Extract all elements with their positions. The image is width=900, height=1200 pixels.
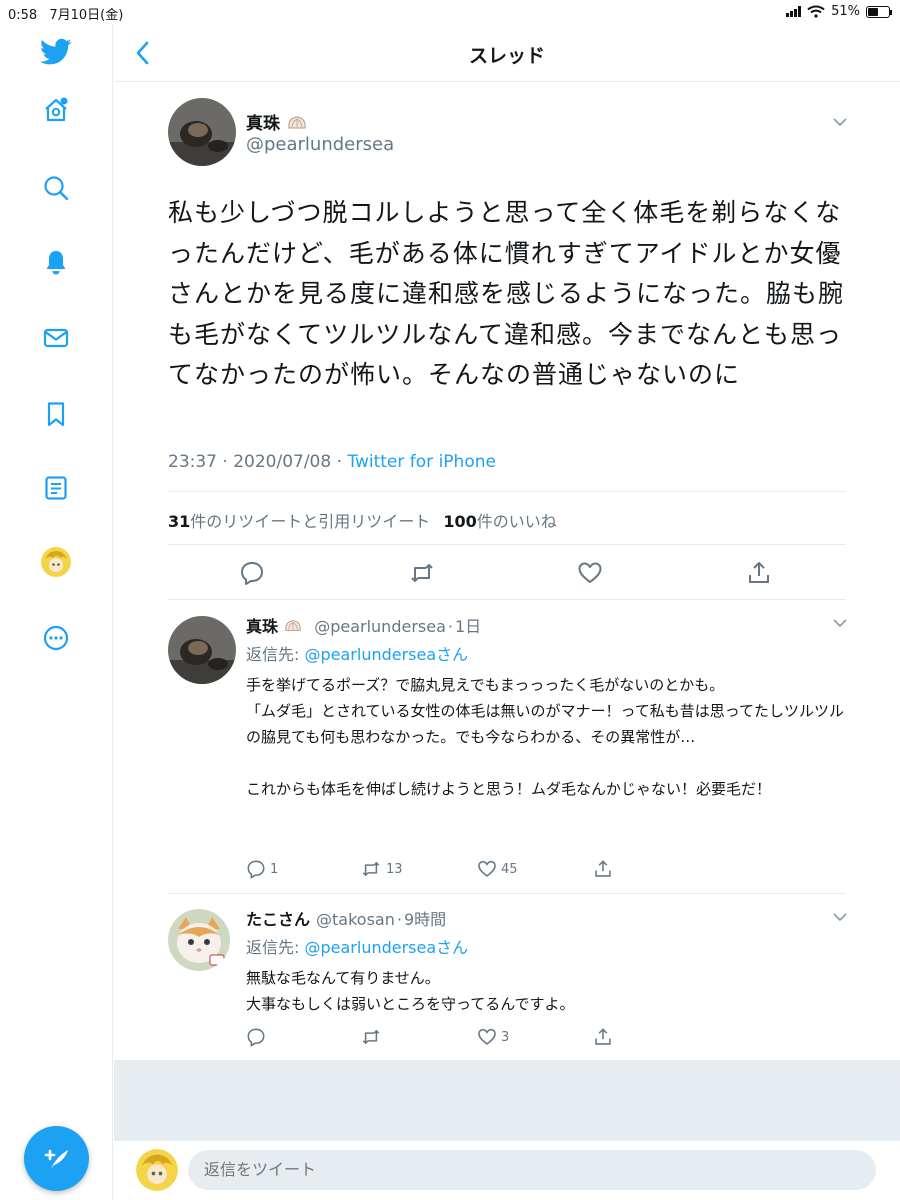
composer-avatar	[136, 1149, 178, 1191]
compose-button[interactable]	[24, 1126, 89, 1191]
reply-dot: ·	[447, 617, 453, 636]
like-count: 100	[443, 512, 477, 531]
status-right: 51%	[786, 4, 892, 19]
reply-to-label: 返信先:	[246, 938, 305, 957]
chevron-down-icon[interactable]	[832, 618, 848, 628]
divider	[168, 491, 846, 492]
battery-percent: 51%	[831, 4, 860, 19]
retweet-action[interactable]: 13	[360, 859, 403, 879]
reply-author-name[interactable]: 真珠	[246, 617, 278, 636]
reply-dot: ·	[396, 910, 402, 929]
reply-author-name[interactable]: たこさん	[246, 910, 310, 929]
main-tweet-meta: 23:37 · 2020/07/08 · Twitter for iPhone	[168, 452, 496, 472]
reply-icon[interactable]	[239, 560, 265, 586]
like-icon[interactable]	[577, 560, 603, 586]
reply-time: 1日	[454, 617, 482, 636]
retweet-icon	[362, 861, 380, 877]
page-title: スレッド	[468, 45, 545, 67]
home-icon[interactable]	[40, 94, 72, 126]
like-count: 3	[501, 1029, 510, 1045]
retweet-icon[interactable]	[409, 560, 435, 586]
profile-avatar[interactable]	[40, 546, 72, 578]
reply-avatar[interactable]	[168, 616, 236, 684]
like-icon	[478, 860, 496, 877]
status-date: 7月10日(金)	[49, 8, 124, 23]
reply-action[interactable]: 1	[246, 859, 278, 879]
divider	[168, 599, 846, 600]
divider	[168, 893, 846, 894]
sidebar	[0, 24, 113, 1200]
share-icon	[595, 860, 611, 877]
like-stat-label: 件のいいね	[476, 512, 557, 531]
share-icon	[595, 1028, 611, 1045]
reply-avatar[interactable]	[168, 909, 230, 971]
reply-icon	[247, 860, 265, 879]
share-icon[interactable]	[746, 560, 772, 586]
reply-action[interactable]	[246, 1027, 270, 1047]
share-action[interactable]	[593, 859, 613, 879]
retweet-icon	[362, 1029, 380, 1045]
battery-fill	[868, 7, 879, 16]
retweet-action[interactable]	[360, 1027, 386, 1047]
status-left: 0:58 7月10日(金)	[8, 4, 131, 23]
lists-icon[interactable]	[40, 472, 72, 504]
main-tweet-text: 私も少しづつ脱コルしようと思って全く体毛を剃らなくなったんだけど、毛がある体に慣…	[168, 198, 845, 389]
shell-emoji-icon	[285, 620, 301, 631]
twitter-logo-icon[interactable]	[40, 36, 72, 68]
like-stat[interactable]: 100件のいいね	[443, 512, 556, 531]
reply-icon	[247, 1028, 265, 1047]
reply-header: 真珠 @pearlundersea · 1日	[246, 613, 481, 637]
compose-icon	[44, 1149, 68, 1169]
wifi-icon	[807, 5, 825, 18]
cellular-signal-icon	[786, 6, 802, 17]
thread-end-background	[114, 1060, 900, 1140]
main-tweet-handle[interactable]: @pearlundersea	[246, 134, 394, 155]
like-icon	[478, 1028, 496, 1045]
reply-count: 1	[270, 861, 279, 877]
thread-header: スレッド	[114, 24, 900, 82]
reply-header: たこさん @takosan · 9時間	[246, 906, 446, 930]
bookmarks-icon[interactable]	[40, 398, 72, 430]
main-tweet-author-name[interactable]: 真珠	[246, 109, 308, 134]
reply-handle[interactable]: @takosan	[316, 910, 395, 929]
notifications-icon[interactable]	[40, 246, 72, 278]
reply-to-mention[interactable]: @pearlunderseaさん	[304, 938, 468, 957]
more-icon[interactable]	[40, 622, 72, 654]
like-action[interactable]: 45	[477, 859, 518, 879]
divider	[168, 544, 846, 545]
share-action[interactable]	[593, 1027, 613, 1047]
main-tweet-stats: 31件のリツイートと引用リツイート 100件のいいね	[168, 508, 557, 532]
status-bar: 0:58 7月10日(金) 51%	[0, 0, 900, 24]
reply-to-mention[interactable]: @pearlunderseaさん	[304, 645, 468, 664]
retweet-stat[interactable]: 31件のリツイートと引用リツイート	[168, 512, 430, 531]
chevron-down-icon[interactable]	[832, 912, 848, 922]
retweet-count: 13	[386, 861, 403, 877]
retweet-stat-label: 件のリツイートと引用リツイート	[190, 512, 431, 531]
reply-handle[interactable]: @pearlundersea	[314, 617, 446, 636]
retweet-count: 31	[168, 512, 191, 531]
reply-text: 無駄な毛なんて有りません。 大事なもしくは弱いところを守ってるんですよ。	[246, 969, 575, 1013]
messages-icon[interactable]	[40, 322, 72, 354]
reply-to-line: 返信先: @pearlunderseaさん	[246, 641, 468, 665]
shell-emoji-icon	[288, 116, 306, 129]
reply-text: 手を挙げてるポーズ？で脇丸見えでもまっっったく毛がないのとかも。 「ムダ毛」とさ…	[246, 676, 845, 798]
main-author-name-text: 真珠	[246, 114, 280, 134]
reply-time: 9時間	[403, 910, 447, 929]
reply-to-label: 返信先:	[246, 645, 305, 664]
main-tweet-avatar[interactable]	[168, 98, 236, 166]
reply-to-line: 返信先: @pearlunderseaさん	[246, 934, 468, 958]
reply-input[interactable]	[188, 1150, 876, 1190]
like-count: 45	[501, 861, 518, 877]
search-icon[interactable]	[40, 172, 72, 204]
status-time: 0:58	[8, 8, 38, 23]
chevron-down-icon[interactable]	[832, 117, 848, 127]
main-tweet-timestamp: 23:37 · 2020/07/08 ·	[168, 452, 348, 472]
main-tweet-source-link[interactable]: Twitter for iPhone	[347, 452, 496, 472]
reply-composer	[114, 1140, 900, 1200]
like-action[interactable]: 3	[477, 1027, 509, 1047]
battery-icon	[866, 5, 892, 18]
